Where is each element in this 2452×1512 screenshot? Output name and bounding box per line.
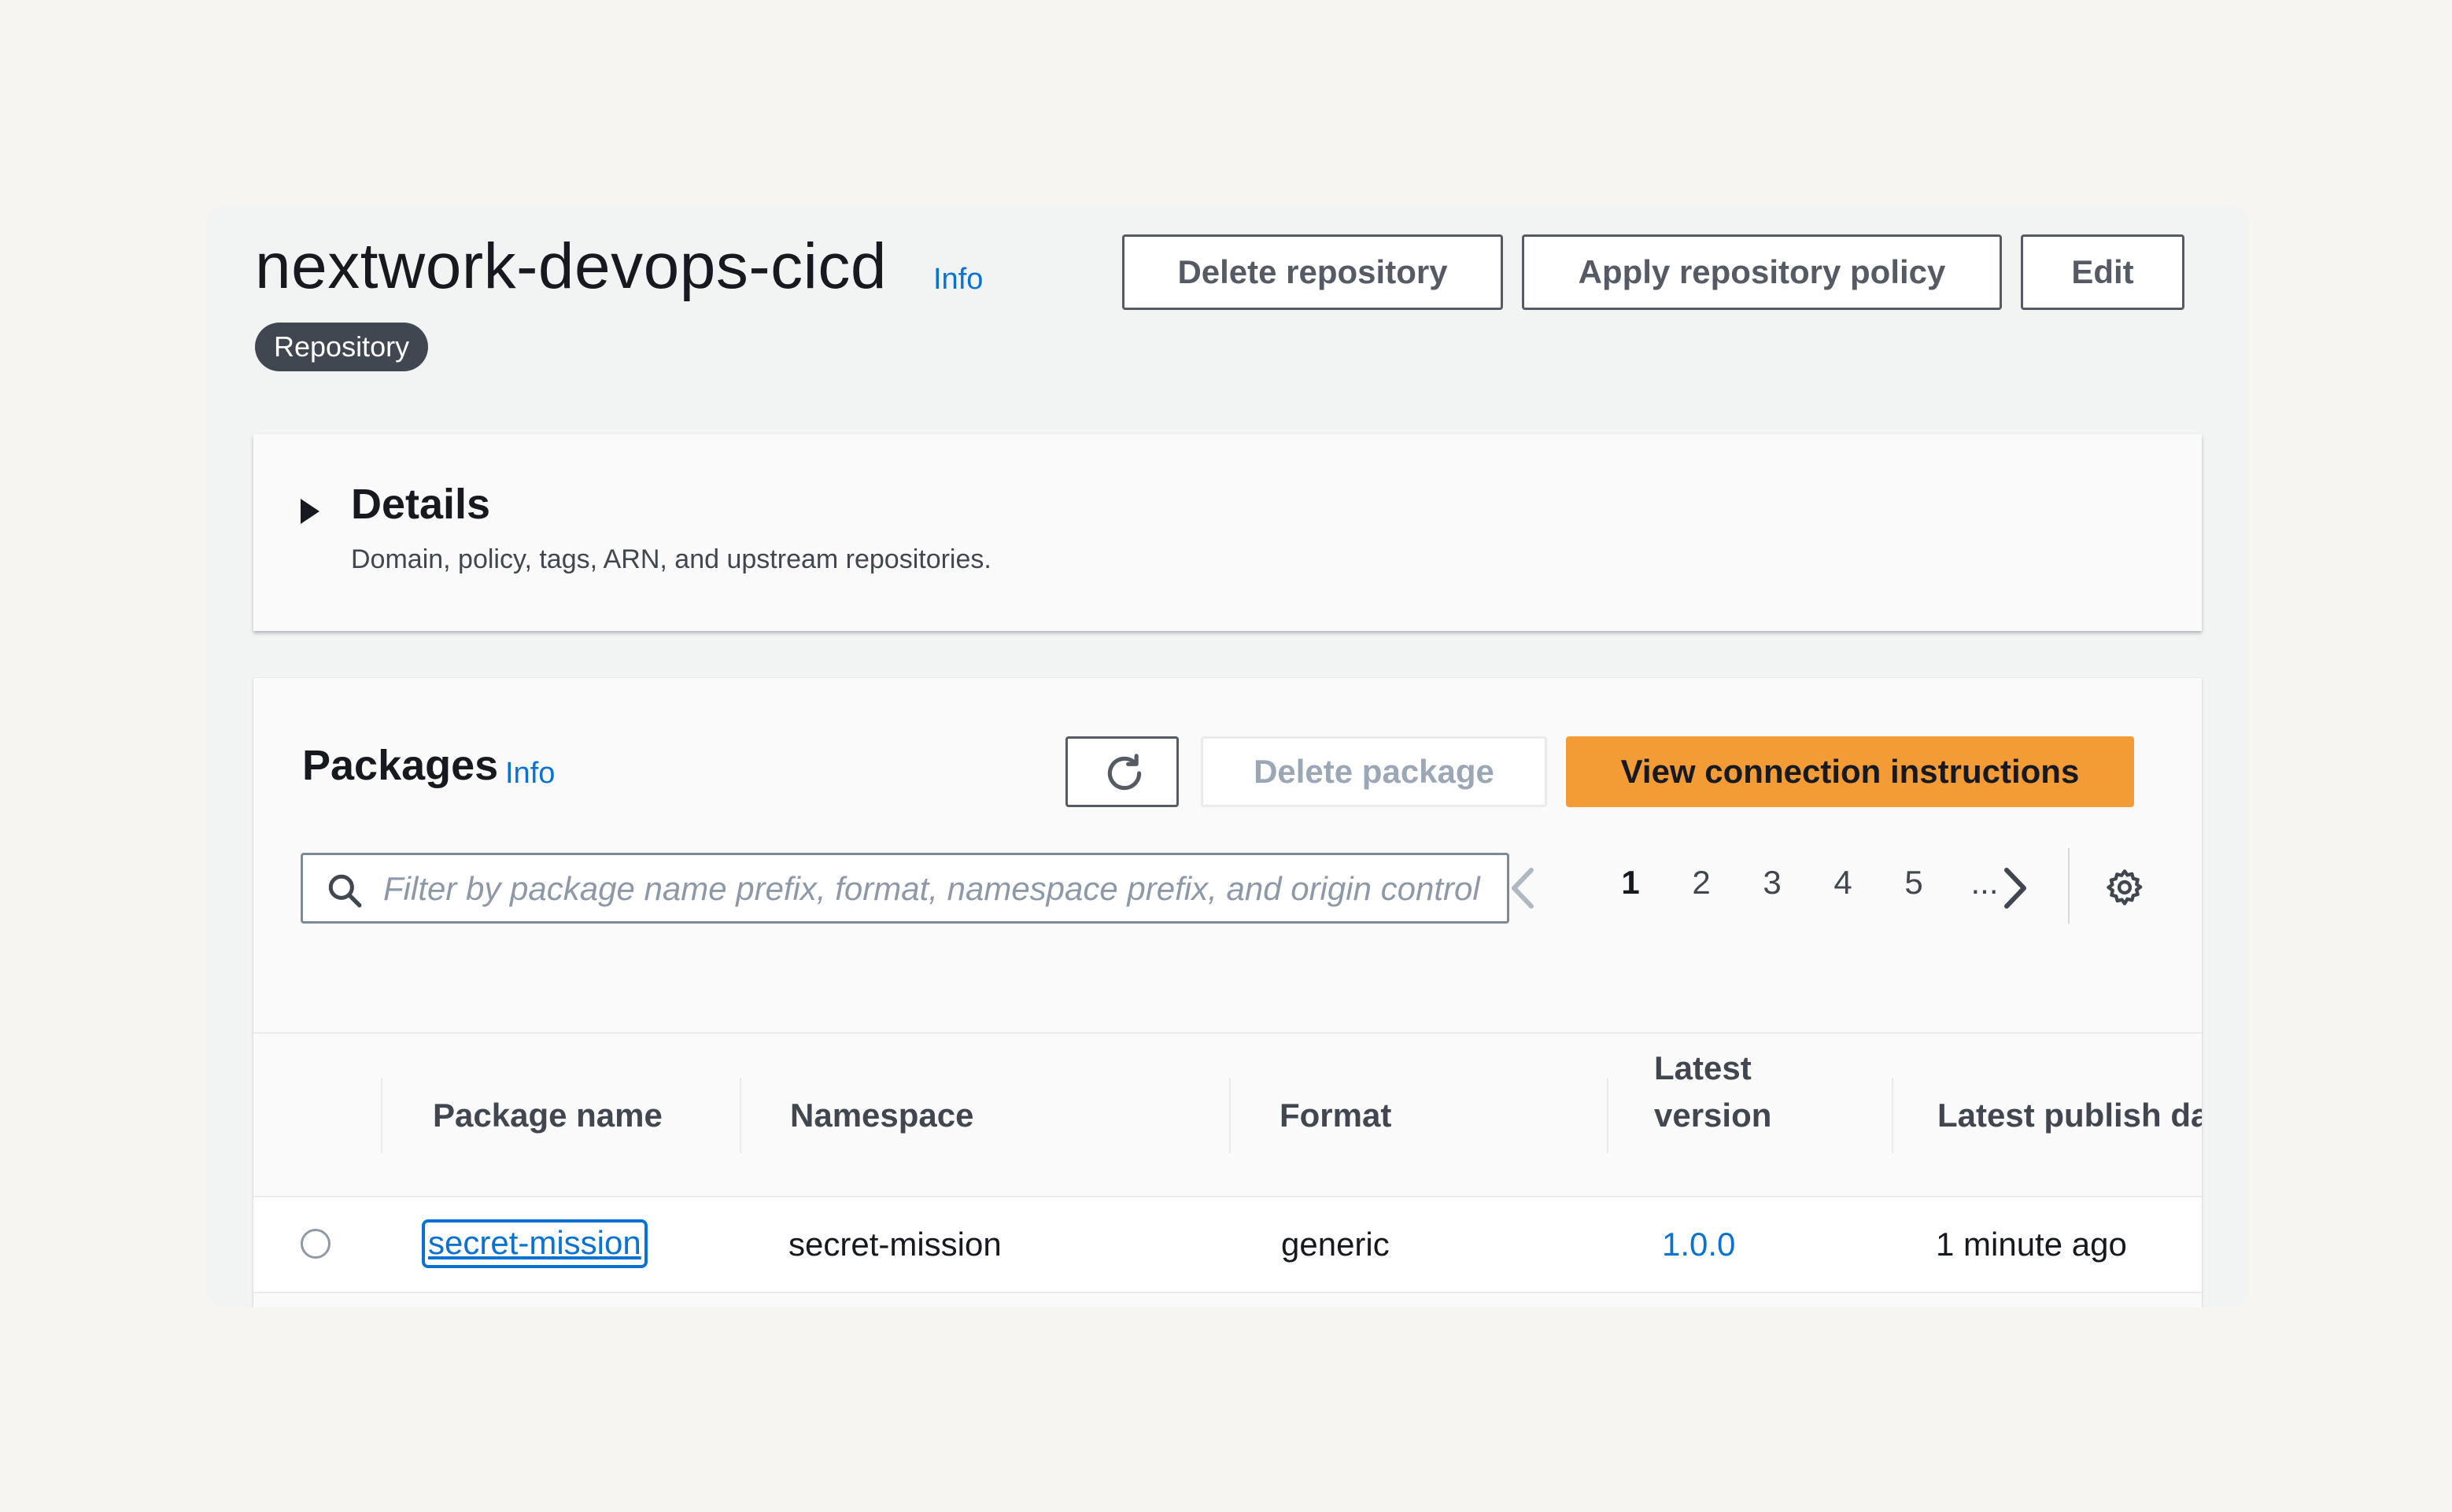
column-divider (1892, 1078, 1893, 1153)
details-section[interactable]: Details Domain, policy, tags, ARN, and u… (253, 434, 2202, 631)
packages-section: Packages Info Delete package View connec… (253, 678, 2202, 1307)
namespace-cell: secret-mission (788, 1226, 1002, 1263)
delete-repository-button[interactable]: Delete repository (1122, 234, 1503, 310)
details-description: Domain, policy, tags, ARN, and upstream … (351, 544, 992, 574)
caret-right-icon[interactable] (301, 499, 319, 524)
page-2-button[interactable]: 2 (1678, 864, 1725, 902)
edit-button[interactable]: Edit (2021, 234, 2184, 310)
chevron-right-icon[interactable] (2002, 865, 2029, 911)
page-ellipsis: ... (1970, 864, 1999, 901)
refresh-button[interactable] (1065, 736, 1179, 807)
page-3-button[interactable]: 3 (1749, 864, 1796, 902)
view-connection-instructions-button[interactable]: View connection instructions (1566, 736, 2134, 807)
page-title: nextwork-devops-cicd (255, 230, 887, 302)
table-row[interactable]: secret-mission secret-mission generic 1.… (253, 1197, 2202, 1292)
page-5-button[interactable]: 5 (1890, 864, 1937, 902)
package-name-link[interactable]: secret-mission (422, 1219, 648, 1268)
column-header-latest-version-line1[interactable]: Latest (1654, 1045, 1752, 1092)
latest-publish-cell: 1 minute ago (1936, 1226, 2127, 1263)
table-header: Package name Namespace Format Latest ver… (253, 1034, 2202, 1196)
column-header-package-name[interactable]: Package name (433, 1092, 663, 1139)
pager-divider (2068, 848, 2070, 924)
packages-info-link[interactable]: Info (505, 757, 555, 791)
packages-title: Packages (302, 742, 499, 789)
delete-package-button[interactable]: Delete package (1201, 736, 1547, 807)
format-cell: generic (1281, 1226, 1390, 1263)
refresh-icon (1107, 754, 1142, 791)
column-divider (740, 1078, 741, 1153)
row-select-radio[interactable] (301, 1229, 331, 1259)
column-header-namespace[interactable]: Namespace (790, 1092, 973, 1139)
latest-version-link[interactable]: 1.0.0 (1662, 1226, 1735, 1263)
repository-panel: nextwork-devops-cicd Info Repository Del… (206, 206, 2249, 1307)
search-icon (328, 874, 362, 908)
title-info-link[interactable]: Info (933, 263, 983, 297)
details-title[interactable]: Details (351, 480, 490, 529)
row-border (253, 1292, 2202, 1293)
column-divider (381, 1078, 382, 1153)
column-header-latest-publish-date[interactable]: Latest publish da (1937, 1092, 2202, 1139)
gear-icon[interactable] (2104, 867, 2145, 908)
page-4-button[interactable]: 4 (1819, 864, 1867, 902)
column-header-latest-version-line2[interactable]: version (1654, 1092, 1771, 1139)
apply-repository-policy-button[interactable]: Apply repository policy (1522, 234, 2002, 310)
package-filter-field[interactable] (301, 853, 1509, 924)
column-header-format[interactable]: Format (1280, 1092, 1391, 1139)
repository-badge: Repository (255, 323, 429, 371)
column-divider (1229, 1078, 1231, 1153)
search-input[interactable] (382, 863, 1486, 915)
page-1-button[interactable]: 1 (1607, 864, 1654, 902)
column-divider (1607, 1078, 1608, 1153)
chevron-left-icon[interactable] (1509, 865, 1536, 911)
